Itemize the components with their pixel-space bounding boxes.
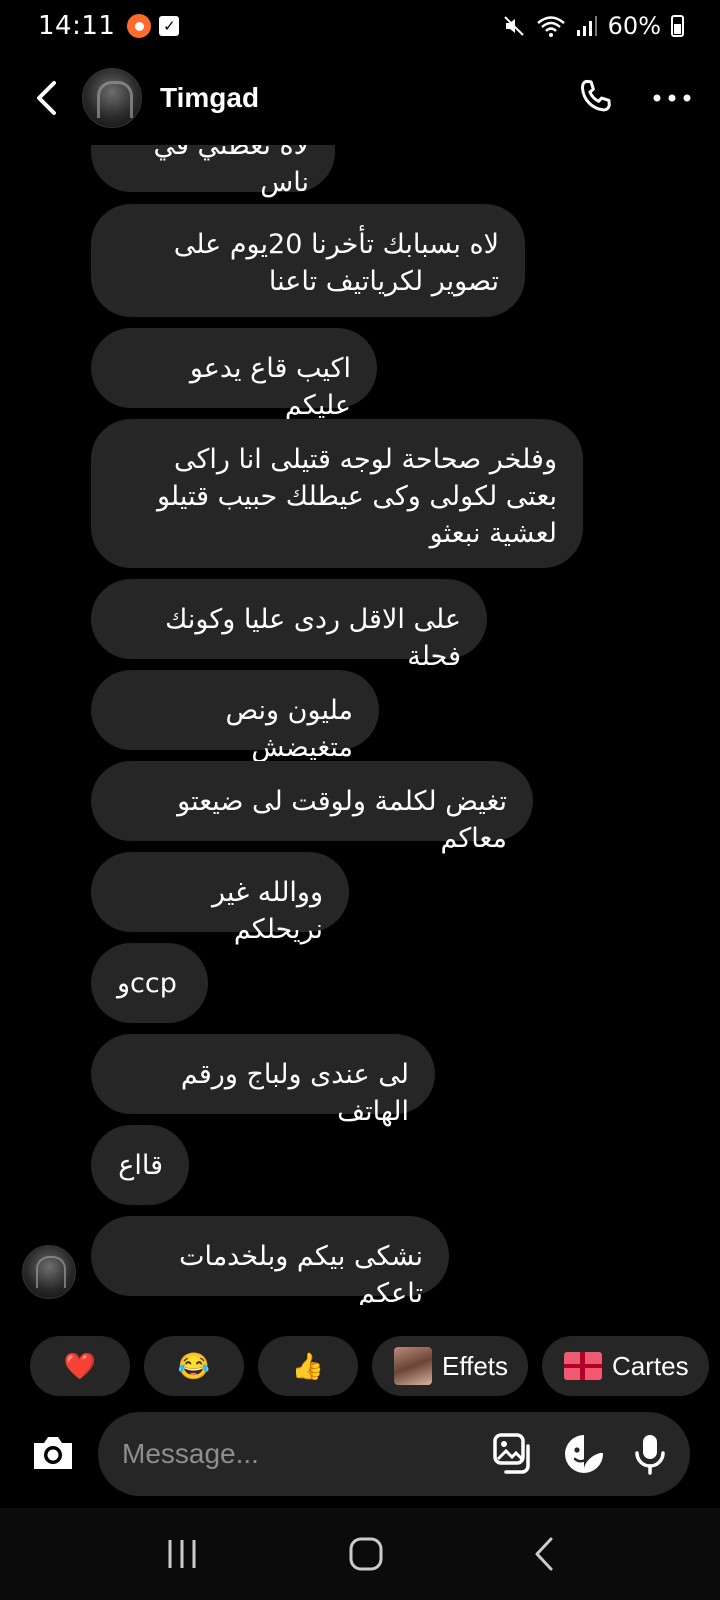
contact-name[interactable]: Timgad bbox=[160, 82, 259, 114]
message-input-container bbox=[98, 1412, 690, 1496]
quick-reactions-bar: ❤️ 😂 👍 Effets Cartes bbox=[30, 1336, 709, 1396]
call-button[interactable] bbox=[572, 74, 620, 122]
back-button[interactable] bbox=[24, 76, 68, 120]
message-input[interactable] bbox=[122, 1438, 452, 1470]
cards-label: Cartes bbox=[612, 1350, 689, 1381]
laugh-reaction-button[interactable]: 😂 bbox=[144, 1336, 244, 1396]
thumbs-up-icon: 👍 bbox=[291, 1350, 325, 1381]
message-bubble[interactable]: لى عندى ولباج ورقم الهاتف bbox=[91, 1034, 435, 1127]
message-bubble[interactable]: لاه تعطني في ناس bbox=[91, 145, 335, 198]
effects-label: Effets bbox=[442, 1350, 509, 1381]
message-bubble[interactable]: نشكى بيكم وبلخدمات تاعكم bbox=[91, 1216, 449, 1305]
message-bubble[interactable]: ووالله غير نريحلكم bbox=[91, 852, 349, 945]
more-dots-icon bbox=[653, 94, 691, 102]
system-navigation-bar bbox=[0, 1508, 720, 1600]
sticker-icon[interactable] bbox=[562, 1432, 606, 1476]
message-bubble[interactable]: على الاقل ردى عليا وكونك فحلة bbox=[91, 579, 487, 672]
battery-percent: 60% bbox=[607, 12, 661, 40]
more-options-button[interactable] bbox=[648, 74, 696, 122]
status-time: 14:11 bbox=[38, 11, 116, 41]
checkbox-notification-icon: ✓ bbox=[159, 16, 180, 36]
message-bubble[interactable]: وفلخر صحاحة لوجه قتيلى انا راكى بعتى لكو… bbox=[91, 419, 583, 568]
effects-thumbnail-icon bbox=[394, 1347, 432, 1385]
camera-icon bbox=[34, 1437, 72, 1469]
screen-record-icon bbox=[127, 14, 152, 38]
message-bubble[interactable]: اكيب قاع يدعو عليكم bbox=[91, 328, 377, 421]
battery-icon bbox=[671, 15, 684, 37]
effects-button[interactable]: Effets bbox=[372, 1336, 529, 1396]
message-list[interactable]: لاه تعطني في ناس لاه بسبابك تأخرنا 20يوم… bbox=[0, 145, 720, 1305]
recent-apps-icon[interactable] bbox=[164, 1537, 200, 1571]
phone-icon bbox=[580, 79, 611, 112]
message-bubble[interactable]: وccp bbox=[91, 943, 208, 1023]
message-bubble[interactable]: قااع bbox=[91, 1125, 189, 1205]
camera-button[interactable] bbox=[28, 1428, 78, 1478]
gift-card-icon bbox=[564, 1352, 603, 1380]
gallery-icon[interactable] bbox=[492, 1432, 536, 1476]
chevron-left-icon bbox=[37, 81, 56, 115]
wifi-icon bbox=[536, 16, 565, 37]
cards-button[interactable]: Cartes bbox=[542, 1336, 709, 1396]
home-icon[interactable] bbox=[348, 1536, 384, 1572]
chat-header: Timgad bbox=[0, 60, 720, 136]
heart-icon: ❤️ bbox=[63, 1350, 97, 1381]
laughing-emoji-icon: 😂 bbox=[177, 1350, 211, 1381]
mute-icon bbox=[503, 16, 524, 36]
back-nav-icon[interactable] bbox=[532, 1536, 556, 1572]
contact-avatar[interactable] bbox=[82, 68, 142, 128]
sender-avatar[interactable] bbox=[22, 1245, 76, 1299]
message-bubble[interactable]: تغيض لكلمة ولوقت لى ضيعتو معاكم bbox=[91, 761, 533, 854]
microphone-icon[interactable] bbox=[632, 1432, 668, 1476]
status-bar: 14:11 ✓ 60% bbox=[0, 0, 720, 52]
signal-icon bbox=[576, 16, 597, 36]
message-bubble[interactable]: لاه بسبابك تأخرنا 20يوم على تصوير لكريات… bbox=[91, 204, 525, 317]
thumbs-up-reaction-button[interactable]: 👍 bbox=[258, 1336, 358, 1396]
message-bubble[interactable]: مليون ونص متغيضش bbox=[91, 670, 379, 763]
message-composer bbox=[0, 1412, 720, 1496]
heart-reaction-button[interactable]: ❤️ bbox=[30, 1336, 130, 1396]
